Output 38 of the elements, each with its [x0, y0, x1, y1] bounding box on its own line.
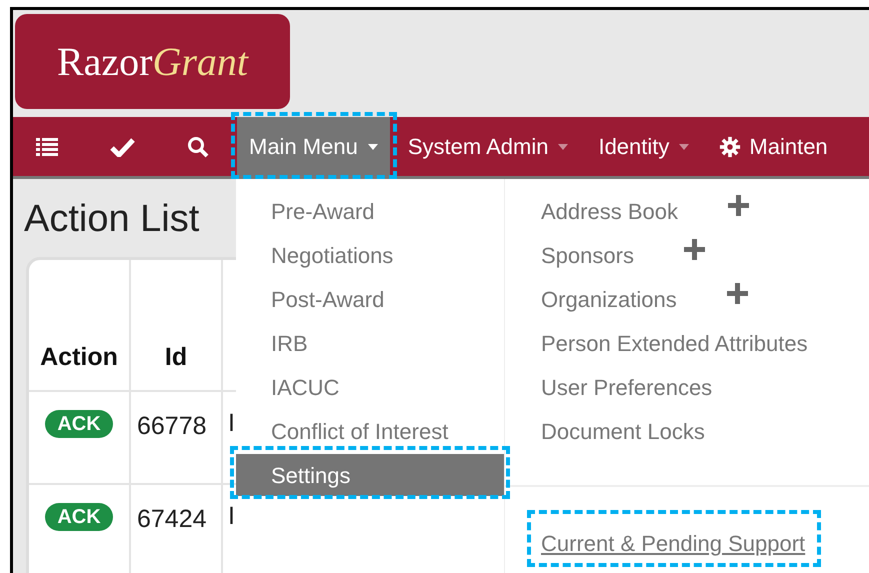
menu-item[interactable]: IRB — [236, 322, 504, 364]
table-cell: 67424 — [137, 505, 207, 533]
column-header[interactable]: Action — [40, 338, 118, 376]
menu-item[interactable]: Person Extended Attributes — [541, 326, 808, 360]
logo: RazorGrant — [15, 14, 290, 109]
nav-menu-button[interactable]: Main Menu — [237, 117, 390, 176]
status-badge: ACK — [45, 410, 113, 438]
page-title: Action List — [24, 197, 200, 241]
nav-menu-button[interactable]: Mainten — [707, 117, 840, 176]
caret-icon — [558, 144, 568, 150]
nav-menu-button[interactable]: Identity — [586, 117, 702, 176]
menu-item[interactable]: User Preferences — [541, 370, 712, 404]
plus-icon[interactable] — [726, 282, 748, 304]
menu-item[interactable]: Settings — [236, 454, 504, 496]
plus-icon[interactable] — [684, 238, 705, 260]
table-cell: 66778 — [137, 412, 207, 440]
menu-item[interactable]: Document Locks — [541, 414, 705, 448]
menu-item[interactable]: Address Book — [541, 194, 678, 228]
gear-icon — [719, 136, 742, 158]
menu-item[interactable]: Pre-Award — [236, 190, 504, 232]
nav-menu-button[interactable]: System Admin — [396, 117, 580, 176]
menu-item[interactable]: Negotiations — [236, 234, 504, 276]
caret-icon — [679, 144, 690, 150]
column-header[interactable]: Id — [164, 338, 188, 376]
menu-item[interactable]: IACUC — [236, 366, 504, 408]
menu-item[interactable]: Organizations — [541, 282, 677, 316]
status-badge: ACK — [45, 503, 113, 531]
table-cell: I — [228, 408, 235, 438]
caret-icon — [368, 144, 378, 150]
search-icon[interactable] — [187, 136, 209, 158]
menu-item[interactable]: Conflict of Interest — [236, 410, 504, 452]
list-icon[interactable] — [36, 138, 58, 156]
checkmark-icon[interactable] — [110, 136, 135, 156]
menu-item[interactable]: Sponsors — [541, 238, 634, 272]
menu-link[interactable]: Current & Pending Support — [541, 531, 806, 557]
plus-icon[interactable] — [728, 194, 749, 216]
table-cell: I — [228, 501, 235, 531]
menu-item[interactable]: Post-Award — [236, 278, 504, 320]
